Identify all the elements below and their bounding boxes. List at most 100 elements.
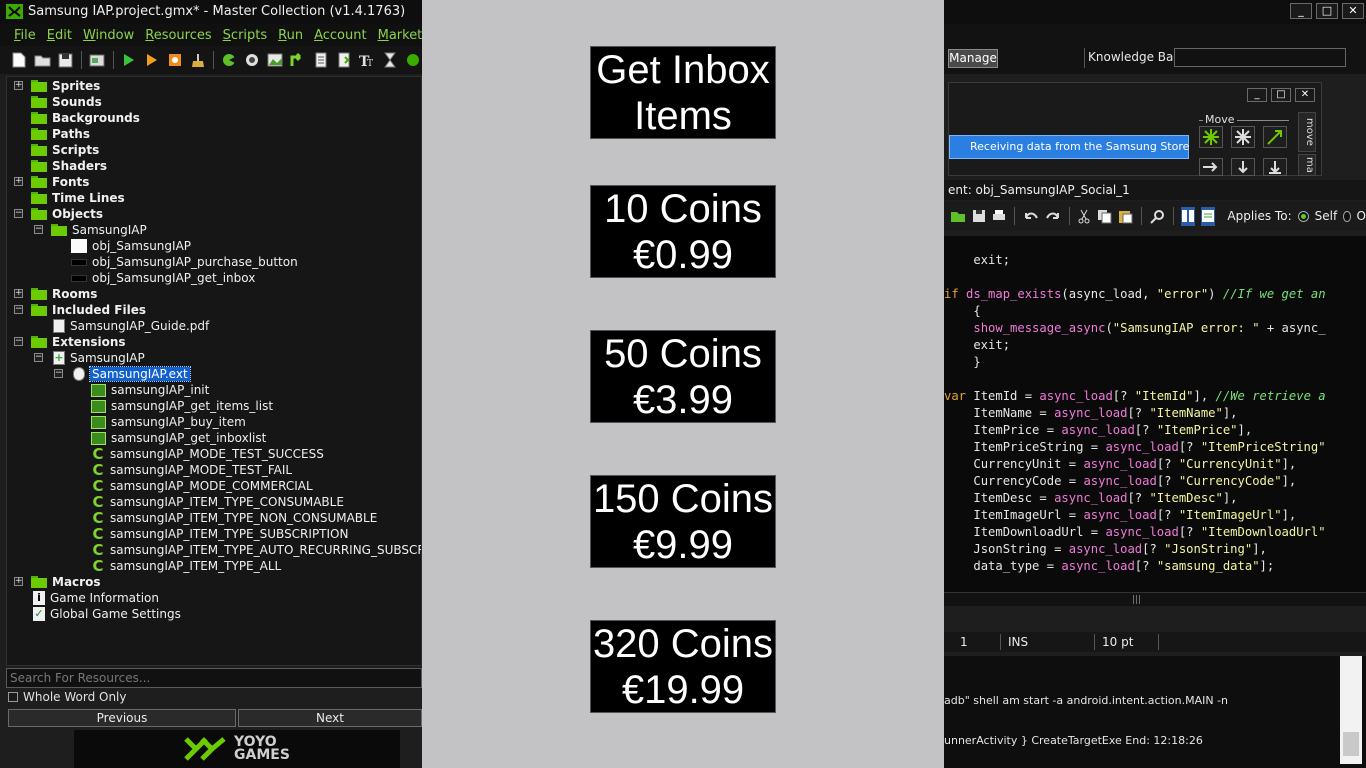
move-towards-icon[interactable]	[1263, 126, 1287, 148]
maximize-button[interactable]: □	[1271, 88, 1291, 102]
redo-icon[interactable]	[1045, 207, 1061, 226]
tree-item-objects-samsungiap[interactable]: − SamsungIAP	[7, 222, 147, 238]
tree-item-constant[interactable]: CsamsungIAP_ITEM_TYPE_CONSUMABLE	[7, 494, 343, 510]
tree-item-backgrounds[interactable]: Backgrounds	[7, 110, 140, 126]
buy-10-coins-button[interactable]: 10 Coins €0.99	[590, 185, 776, 278]
expand-icon[interactable]: +	[14, 177, 23, 186]
save-icon[interactable]	[56, 51, 75, 70]
undo-icon[interactable]	[1023, 207, 1039, 226]
tree-item-constant[interactable]: CsamsungIAP_ITEM_TYPE_SUBSCRIPTION	[7, 526, 348, 542]
menu-window[interactable]: Window	[83, 28, 134, 43]
font-icon[interactable]: TT	[357, 51, 376, 70]
collapse-icon[interactable]: −	[54, 369, 63, 378]
create-executable-icon[interactable]	[88, 51, 107, 70]
tree-item-fonts[interactable]: + Fonts	[7, 174, 89, 190]
print-icon[interactable]	[992, 207, 1006, 226]
background-icon[interactable]	[266, 51, 285, 70]
paste-icon[interactable]	[1118, 207, 1133, 226]
output-scrollbar[interactable]	[1340, 656, 1362, 764]
menu-account[interactable]: Account	[314, 28, 367, 43]
show-functions-icon[interactable]	[1181, 206, 1196, 226]
tree-item-function[interactable]: samsungIAP_get_inboxlist	[7, 430, 266, 446]
tab-main[interactable]: ma	[1298, 154, 1316, 176]
tree-item-object[interactable]: obj_SamsungIAP_get_inbox	[7, 270, 255, 286]
menu-scripts[interactable]: Scripts	[223, 28, 268, 43]
tree-item-extension-file[interactable]: − SamsungIAP.ext	[7, 366, 191, 382]
tree-item-constant[interactable]: CsamsungIAP_ITEM_TYPE_NON_CONSUMABLE	[7, 510, 377, 526]
tree-item-constant[interactable]: CsamsungIAP_MODE_COMMERCIAL	[7, 478, 312, 494]
minimize-button[interactable]: _	[1290, 3, 1312, 19]
scrollbar-thumb[interactable]	[1343, 732, 1359, 756]
collapse-icon[interactable]: −	[34, 353, 43, 362]
tree-item-object[interactable]: obj_SamsungIAP_purchase_button	[7, 254, 298, 270]
copy-icon[interactable]	[1097, 207, 1112, 226]
close-button[interactable]: ✕	[1295, 88, 1315, 102]
path-icon[interactable]	[289, 51, 308, 70]
tree-item-paths[interactable]: Paths	[7, 126, 90, 142]
debug-icon[interactable]	[142, 51, 161, 70]
buy-50-coins-button[interactable]: 50 Coins €3.99	[590, 330, 776, 423]
menu-run[interactable]: Run	[278, 28, 303, 43]
tree-item-shaders[interactable]: Shaders	[7, 158, 107, 174]
expand-icon[interactable]: +	[14, 289, 23, 298]
open-icon[interactable]	[950, 207, 966, 226]
tree-item-function[interactable]: samsungIAP_buy_item	[7, 414, 246, 430]
tree-item-constant[interactable]: CsamsungIAP_ITEM_TYPE_AUTO_RECURRING_SUB…	[7, 542, 421, 558]
save-icon[interactable]	[972, 207, 986, 226]
open-folder-icon[interactable]	[33, 51, 52, 70]
code-horizontal-scrollbar[interactable]: |||	[944, 592, 1366, 606]
tree-item-game-information[interactable]: i Game Information	[7, 590, 159, 606]
color-code-icon[interactable]	[1201, 206, 1216, 226]
tree-item-sprites[interactable]: + Sprites	[7, 78, 100, 94]
new-file-icon[interactable]	[10, 51, 29, 70]
applies-self-radio[interactable]	[1297, 210, 1309, 222]
collapse-icon[interactable]: −	[14, 337, 23, 346]
stop-icon[interactable]	[165, 51, 184, 70]
gravity-icon[interactable]	[1263, 158, 1287, 176]
expand-icon[interactable]: +	[14, 81, 23, 90]
cut-icon[interactable]	[1077, 207, 1091, 226]
tree-item-rooms[interactable]: + Rooms	[7, 286, 97, 302]
knowledge-base-input[interactable]	[1174, 48, 1346, 67]
tree-item-time-lines[interactable]: Time Lines	[7, 190, 125, 206]
script-icon[interactable]	[312, 51, 331, 70]
buy-150-coins-button[interactable]: 150 Coins €9.99	[590, 475, 776, 568]
menu-resources[interactable]: Resources	[145, 28, 211, 43]
find-icon[interactable]	[1150, 207, 1165, 226]
tree-item-extensions[interactable]: − Extensions	[7, 334, 126, 350]
tree-item-function[interactable]: samsungIAP_get_items_list	[7, 398, 273, 414]
tree-item-macros[interactable]: + Macros	[7, 574, 100, 590]
code-editor[interactable]: exit; if ds_map_exists(async_load, "erro…	[944, 236, 1366, 592]
manage-button[interactable]: Manage	[948, 49, 998, 68]
move-free-icon[interactable]	[1231, 126, 1255, 148]
tree-item-function[interactable]: samsungIAP_init	[7, 382, 209, 398]
get-inbox-button[interactable]: Get Inbox Items	[590, 46, 776, 139]
move-fixed-icon[interactable]	[1199, 126, 1223, 148]
speed-vertical-icon[interactable]	[1231, 158, 1255, 176]
menu-file[interactable]: File	[14, 28, 36, 43]
close-button[interactable]: ✕	[1342, 3, 1364, 19]
whole-word-checkbox[interactable]	[8, 692, 18, 702]
previous-button[interactable]: Previous	[8, 709, 236, 727]
minimize-button[interactable]: _	[1247, 88, 1267, 102]
object-icon[interactable]	[403, 51, 422, 70]
next-button[interactable]: Next	[238, 709, 422, 727]
collapse-icon[interactable]: −	[34, 225, 43, 234]
tree-item-included-files[interactable]: − Included Files	[7, 302, 146, 318]
timeline-icon[interactable]	[380, 51, 399, 70]
tree-item-extension-package[interactable]: − + SamsungIAP	[7, 350, 145, 366]
tree-item-constant[interactable]: CsamsungIAP_MODE_TEST_SUCCESS	[7, 446, 323, 462]
collapse-icon[interactable]: −	[14, 305, 23, 314]
maximize-button[interactable]: □	[1316, 3, 1338, 19]
applies-other-radio[interactable]	[1343, 210, 1351, 222]
expand-icon[interactable]: +	[14, 577, 23, 586]
tree-item-included-file[interactable]: SamsungIAP_Guide.pdf	[7, 318, 209, 334]
tree-item-sounds[interactable]: Sounds	[7, 94, 102, 110]
tree-item-objects[interactable]: − Objects	[7, 206, 103, 222]
shader-icon[interactable]	[335, 51, 354, 70]
tree-item-constant[interactable]: CsamsungIAP_MODE_TEST_FAIL	[7, 462, 292, 478]
sprite-icon[interactable]	[220, 51, 239, 70]
buy-320-coins-button[interactable]: 320 Coins €19.99	[590, 620, 776, 713]
whole-word-option[interactable]: Whole Word Only	[8, 690, 127, 704]
speed-horizontal-icon[interactable]	[1199, 158, 1223, 176]
